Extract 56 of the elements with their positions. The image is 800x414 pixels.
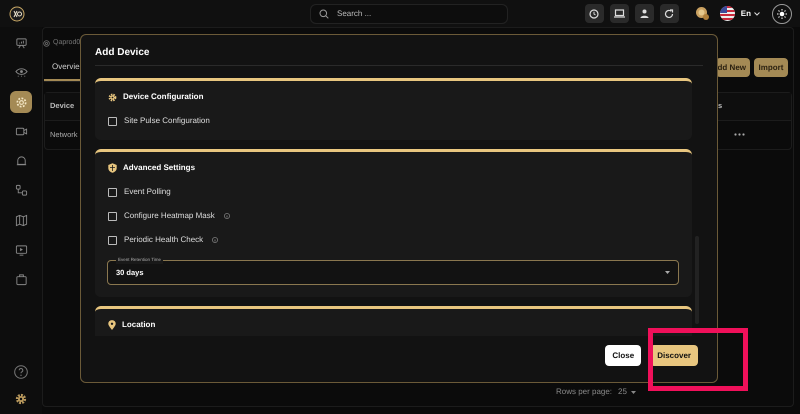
dialog-title: Add Device — [95, 46, 150, 60]
eye-icon — [14, 66, 28, 80]
user-button[interactable] — [634, 4, 654, 23]
refresh-icon — [664, 8, 674, 18]
info-icon — [224, 213, 230, 219]
settings-icon[interactable] — [15, 393, 27, 405]
rows-per-page-label: Rows per page: — [556, 386, 612, 398]
checkbox-label: Configure Heatmap Mask — [124, 210, 215, 222]
section-title: Device Configuration — [123, 91, 204, 103]
sun-icon — [777, 8, 787, 18]
laptop-icon — [614, 9, 625, 18]
gear-icon — [43, 40, 50, 47]
language-selector[interactable]: En — [740, 8, 760, 20]
laptop-button[interactable] — [610, 4, 629, 23]
close-button[interactable]: Close — [605, 345, 642, 366]
sidebar-item[interactable] — [10, 91, 32, 114]
checkbox-label: Site Pulse Configuration — [124, 115, 210, 127]
bell-icon — [14, 154, 28, 168]
gear-icon — [108, 92, 117, 102]
coin-avatar-icon[interactable] — [694, 6, 710, 21]
more-icon[interactable] — [734, 133, 745, 136]
checkbox-label: Event Polling — [124, 186, 171, 198]
user-icon — [640, 9, 649, 18]
logo-icon — [9, 6, 25, 22]
search-field[interactable]: Search ... — [310, 4, 508, 24]
location-pin-icon — [108, 320, 116, 330]
search-input[interactable]: Search ... — [337, 8, 487, 20]
caret-icon — [665, 271, 670, 274]
monitor-icon — [14, 36, 28, 50]
help-icon[interactable] — [14, 365, 28, 379]
refresh-button[interactable] — [660, 4, 679, 23]
map-icon — [14, 214, 28, 228]
chevron-down-icon — [754, 12, 760, 16]
checkbox[interactable] — [108, 116, 117, 126]
import-button[interactable]: Import — [754, 58, 788, 77]
settings-icon — [14, 96, 28, 109]
caret-icon — [630, 390, 636, 394]
flag-icon[interactable] — [720, 6, 735, 21]
bag-icon — [14, 273, 28, 286]
info-icon — [212, 237, 218, 243]
checkbox[interactable] — [108, 212, 117, 220]
checkbox-label: Periodic Health Check — [124, 234, 204, 246]
section-title: Location — [122, 319, 156, 331]
theme-toggle-button[interactable] — [772, 4, 792, 24]
shield-icon — [108, 163, 117, 173]
play-screen-icon — [14, 244, 28, 257]
search-icon — [319, 8, 329, 18]
checkbox[interactable] — [108, 236, 117, 244]
nodes-icon — [14, 184, 28, 198]
add-new-button[interactable]: dd New — [716, 58, 750, 77]
clock-button[interactable] — [584, 4, 604, 23]
rows-per-page-select[interactable]: 25 — [618, 386, 636, 398]
section-title: Advanced Settings — [123, 162, 196, 174]
checkbox[interactable] — [108, 188, 117, 196]
discover-button[interactable]: Discover — [650, 345, 698, 366]
clock-icon — [589, 8, 600, 18]
